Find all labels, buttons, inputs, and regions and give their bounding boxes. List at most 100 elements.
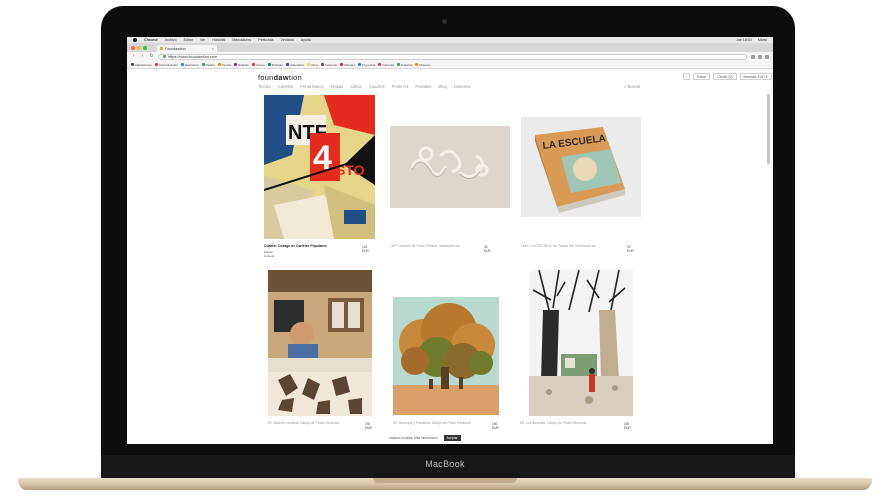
nav-link[interactable]: Postales [415,84,431,89]
url-input[interactable]: https://www.foundawtion.com [158,53,747,60]
zoom-window-icon[interactable] [143,45,147,50]
bookmark-icon [180,63,184,66]
nav-link[interactable]: Blog [438,84,446,89]
close-window-icon[interactable] [131,45,135,50]
bookmark-label: Portfolio [271,62,283,67]
product-image[interactable] [268,270,372,416]
bookmark-label: Facturas [325,62,338,67]
nav-link[interactable]: Prints A3 [392,84,409,89]
star-icon[interactable] [751,54,755,59]
nav-link[interactable]: Libros [350,84,361,89]
bookmark-icon [131,63,134,66]
menubar-item[interactable]: Ventana [281,38,294,42]
product-image[interactable] [393,297,499,415]
bookmark-icon [217,63,221,66]
user-icon[interactable]: ◦ [683,73,690,80]
currency-button[interactable]: Moneda: EUR € [739,73,772,80]
scrollbar[interactable] [767,94,770,164]
product-price: 150 EUR [624,422,631,430]
apple-icon[interactable] [133,38,137,42]
stage: MacBook Chrome Archivo Editar Ver Histor… [0,0,890,496]
bookmark-item[interactable]: Calendario [285,62,305,67]
menu-icon[interactable] [765,54,769,59]
nav-link[interactable]: Carteles [278,84,294,89]
product-image[interactable] [529,270,633,416]
bookmark-icon [201,63,205,66]
bookmark-label: Aplicaciones [135,62,152,67]
bookmark-icon [415,63,419,66]
bookmark-item[interactable]: Portfolio [267,62,283,67]
menubar-item[interactable]: Personas [258,38,273,42]
close-tab-icon[interactable]: × [212,46,214,51]
bookmark-icon [397,63,401,66]
bookmark-label: Comunicación [158,62,178,67]
bookmark-item[interactable]: Galerías [397,63,412,67]
nav-link[interactable]: Prints Marco [300,84,324,89]
bookmark-item[interactable]: Comunicación [154,62,178,67]
product-caption[interactable]: Eli: Niña en ventana. Dibujo de Pedro Re… [268,421,354,425]
bookmark-item[interactable]: Proyectos [357,62,376,67]
back-icon[interactable]: ‹ [131,54,136,59]
extension-icon[interactable] [758,54,762,59]
bookmark-icon [285,63,289,66]
product-caption[interactable]: LDP: Gofrado de Cinco Petalos. Ilustraci… [390,244,480,248]
bookmark-label: Proyectos [361,62,376,67]
nav-link[interactable]: Nosotros [454,84,471,89]
bookmark-item[interactable]: Noticias [233,62,249,67]
menubar-item[interactable]: Ayuda [301,38,311,42]
bookmark-label: Drive [311,62,319,67]
bookmark-item[interactable]: Correo [251,62,265,67]
nav-link[interactable]: Tienda [258,84,271,89]
nav-link[interactable]: Cuadros [369,84,385,89]
menubar-item[interactable]: Editar [184,38,193,42]
minimize-window-icon[interactable] [137,45,141,50]
product-image[interactable]: NTF 4 STO [264,95,375,239]
bookmark-label: Calendario [289,62,305,67]
bookmark-icon [307,63,311,66]
nav-link[interactable]: Mapas [331,84,344,89]
product-image[interactable]: LA ESCUELA [521,117,641,217]
bookmark-icon [357,63,361,66]
bookmark-item[interactable]: Drive [307,63,318,67]
product-caption[interactable]: Eli: Los Baobabs. Dibujo de Pedro Redond… [520,421,612,425]
cookie-accept-button[interactable]: Aceptar [443,435,461,441]
menubar-item[interactable]: Archivo [165,38,177,42]
browser-tab[interactable]: Foundawtion × [157,45,217,52]
cart-button[interactable]: Carrito (0) [713,73,737,80]
bookmark-item[interactable]: Ilustración [180,63,199,67]
menubar-item[interactable]: Ver [200,38,205,42]
search-link[interactable]: ⌕ Buscar [624,84,641,89]
menubar-item[interactable]: Marcadores [232,38,251,42]
bookmark-item[interactable]: Aplicaciones [131,63,152,67]
product-caption[interactable]: Cuadro: Collage de Carteles Populares [264,244,359,248]
bookmark-label: Museos [419,62,430,67]
site-logo[interactable]: foundawtion [258,73,302,82]
forward-icon[interactable]: › [140,54,145,59]
header-buttons: ◦ Entrar Carrito (0) Moneda: EUR € [683,73,772,80]
bookmark-item[interactable]: Imprenta [378,63,394,67]
menubar-item[interactable]: Historial [212,38,225,42]
menubar-app[interactable]: Chrome [144,38,158,42]
login-button[interactable]: Entrar [693,73,711,80]
bookmark-item[interactable]: Clientes [340,63,355,67]
bookmark-item[interactable]: Tienda [217,63,231,67]
bookmark-item[interactable]: Facturas [321,63,337,67]
bookmark-icon [378,63,382,66]
bookmark-label: Correo [255,62,265,67]
bookmark-label: Noticias [237,62,249,67]
product-image[interactable] [390,126,510,208]
reload-icon[interactable]: ↻ [149,54,154,59]
product-caption[interactable]: Eli: Naranjos y Palmeras. Dibujo de Pedr… [393,421,483,425]
bookmark-label: Galerías [401,62,413,67]
product-caption[interactable]: Libro "La ESCUELA" de Tomas Mir. Ilustra… [521,244,617,248]
bookmark-item[interactable]: Museos [415,63,430,67]
bookmark-icon [154,63,158,66]
bookmark-icon [251,63,255,66]
bookmark-item[interactable]: Diseño [201,63,215,67]
menubar-clock: Jue 18:03 [736,38,752,42]
bookmark-icon [340,63,344,66]
url-text: https://www.foundawtion.com [168,54,218,59]
product-subtitle: Edición limitada [264,250,275,258]
menubar-user[interactable]: Marta [758,38,767,42]
bookmarks-bar: Aplicaciones Comunicación Ilustración Diseñ… [127,61,773,69]
